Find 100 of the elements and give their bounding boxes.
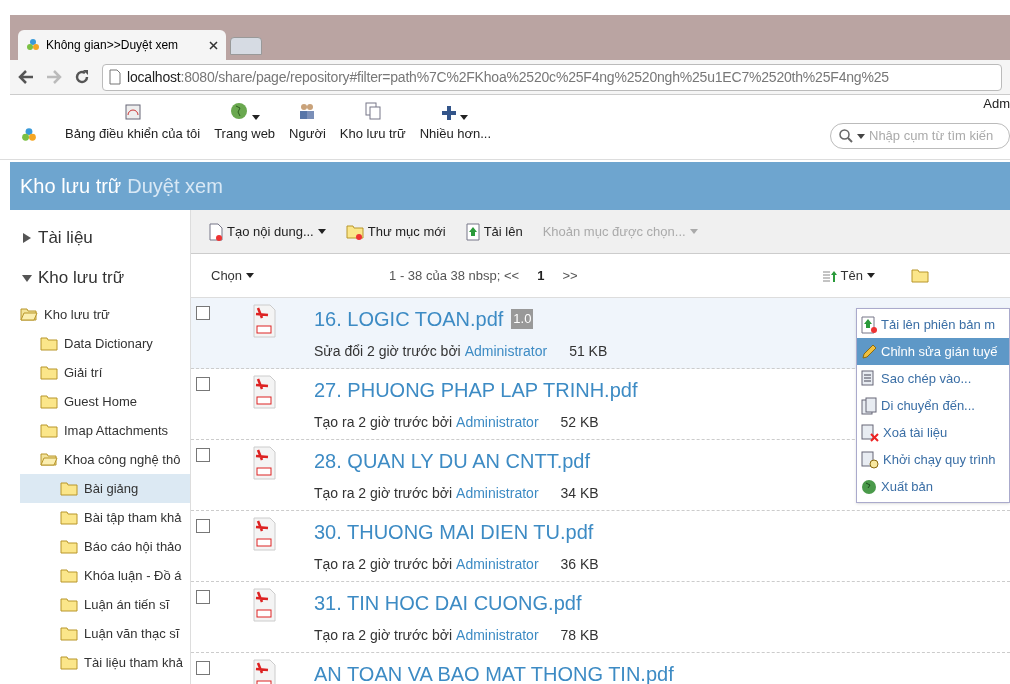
- file-size: 34 KB: [560, 484, 599, 503]
- checkbox[interactable]: [196, 377, 210, 391]
- checkbox[interactable]: [196, 448, 210, 462]
- select-dropdown[interactable]: Chọn: [211, 265, 255, 286]
- file-info-text: Tạo ra 2 giờ trước bởi: [314, 555, 453, 574]
- folder-icon: [60, 568, 78, 583]
- user-name[interactable]: Adm: [983, 93, 1010, 113]
- sort-dropdown[interactable]: Tên: [822, 265, 875, 286]
- new-folder-icon: [345, 223, 364, 240]
- upload-icon: [861, 315, 877, 334]
- open-folder-icon: [20, 307, 38, 322]
- file-info-text: Sửa đổi 2 giờ trước bởi: [314, 342, 461, 361]
- file-size: 52 KB: [560, 413, 599, 432]
- menu-item[interactable]: Di chuyển đến...: [857, 392, 1009, 419]
- section-header[interactable]: Tài liệu: [22, 218, 190, 258]
- file-name-link[interactable]: 28. QUAN LY DU AN CNTT.pdf: [314, 446, 590, 476]
- documents-icon: [364, 101, 381, 120]
- nav-item[interactable]: Bảng điều khiển của tôi: [65, 99, 201, 143]
- tree-item[interactable]: Báo cáo hội thảo: [20, 532, 190, 561]
- user-link[interactable]: Administrator: [456, 554, 539, 575]
- title-subtext: Duyệt xem: [127, 174, 223, 199]
- pencil-icon: [861, 343, 877, 360]
- back-arrow-icon[interactable]: [18, 70, 34, 84]
- pdf-file-icon: [252, 446, 276, 480]
- folder-icon: [40, 336, 58, 351]
- nav-item[interactable]: Trang web: [214, 99, 276, 143]
- browser-tab[interactable]: Không gian>>Duyệt xem: [18, 30, 226, 60]
- toolbar-button[interactable]: Tạo nội dung...: [209, 221, 326, 242]
- file-name-link[interactable]: 30. THUONG MAI DIEN TU.pdf: [314, 517, 594, 547]
- pdf-file-icon: [252, 304, 276, 338]
- checkbox[interactable]: [196, 519, 210, 533]
- version-badge: 1.0: [511, 309, 534, 329]
- caret-icon: [246, 273, 255, 278]
- page-number[interactable]: 1: [537, 265, 545, 286]
- nav-item[interactable]: Nhiều hơn...: [419, 99, 492, 143]
- tree-item[interactable]: Data Dictionary: [20, 329, 190, 358]
- globe-icon: [861, 478, 877, 495]
- folder-icon: [60, 626, 78, 641]
- tree-item[interactable]: Guest Home: [20, 387, 190, 416]
- nav-item[interactable]: Người: [289, 99, 326, 143]
- user-link[interactable]: Administrator: [456, 412, 539, 433]
- caret-icon: [857, 133, 865, 139]
- file-row[interactable]: 30. THUONG MAI DIEN TU.pdf Tạo ra 2 giờ trước bởi Administrator 36 KB: [191, 511, 1010, 582]
- address-bar[interactable]: localhost:8080/share/page/repository#filter=path%7C%2FKhoa%2520c%25F4ng%2520ngh%25u1EC7%2520th%25F4ng%25: [102, 63, 1002, 91]
- tree-item[interactable]: Imap Attachments: [20, 416, 190, 445]
- user-link[interactable]: Administrator: [456, 625, 539, 646]
- user-link[interactable]: Administrator: [456, 483, 539, 504]
- file-info-text: Tạo ra 2 giờ trước bởi: [314, 484, 453, 503]
- file-size: 78 KB: [560, 626, 599, 645]
- folder-icon: [40, 365, 58, 380]
- globe-icon: [229, 101, 248, 120]
- upload-icon: [465, 222, 480, 241]
- page-icon: [109, 69, 121, 85]
- folder-icon: [60, 655, 78, 670]
- folder-icon: [40, 394, 58, 409]
- menu-item[interactable]: Tải lên phiên bản m: [857, 311, 1009, 338]
- folder-icon: [60, 539, 78, 554]
- file-row[interactable]: 31. TIN HOC DAI CUONG.pdf Tạo ra 2 giờ trước bởi Administrator 78 KB: [191, 582, 1010, 653]
- menu-item[interactable]: Xuất bản: [857, 473, 1009, 500]
- file-size: 51 KB: [569, 342, 608, 361]
- close-icon[interactable]: [209, 40, 218, 50]
- folder-icon: [60, 597, 78, 612]
- title-text: Kho lưu trữ: [20, 174, 122, 199]
- tree-item[interactable]: Khoa công nghệ thô: [20, 445, 190, 474]
- toolbar-button[interactable]: Tải lên: [465, 221, 523, 242]
- toolbar-button[interactable]: Thư mục mới: [345, 221, 446, 242]
- new-document-icon: [209, 222, 223, 241]
- file-name-link[interactable]: 27. PHUONG PHAP LAP TRINH.pdf: [314, 375, 638, 405]
- tree-item[interactable]: Bài giảng: [20, 474, 190, 503]
- move-icon: [861, 396, 877, 415]
- plus-icon: [442, 105, 457, 120]
- tree-item[interactable]: Giải trí: [20, 358, 190, 387]
- flower-logo-icon: [26, 38, 40, 52]
- tree-item[interactable]: Tài liệu tham khả: [20, 648, 190, 677]
- section-header[interactable]: Kho lưu trữ: [22, 258, 190, 298]
- reload-icon[interactable]: [74, 69, 90, 85]
- tree-item[interactable]: Luận án tiến sĩ: [20, 590, 190, 619]
- file-info-text: Tạo ra 2 giờ trước bởi: [314, 626, 453, 645]
- sort-ascending-icon: [822, 269, 837, 282]
- checkbox[interactable]: [196, 661, 210, 675]
- caret-icon: [867, 273, 875, 278]
- tree-item[interactable]: Bài tập tham khả: [20, 503, 190, 532]
- nav-item[interactable]: Kho lưu trữ: [339, 99, 406, 143]
- menu-item[interactable]: Khởi chạy quy trình: [857, 446, 1009, 473]
- gauge-icon: [124, 103, 141, 120]
- tree-item[interactable]: Khóa luận - Đồ á: [20, 561, 190, 590]
- pdf-file-icon: [252, 517, 276, 551]
- file-name-link[interactable]: 31. TIN HOC DAI CUONG.pdf: [314, 588, 582, 618]
- folder-icon: [60, 510, 78, 525]
- copy-icon: [861, 369, 877, 388]
- checkbox[interactable]: [196, 306, 210, 320]
- open-folder-icon: [40, 452, 58, 467]
- flower-logo-icon[interactable]: [21, 127, 37, 143]
- people-icon: [298, 101, 317, 120]
- file-info-text: Tạo ra 2 giờ trước bởi: [314, 413, 453, 432]
- next-page-link[interactable]: >>: [562, 265, 578, 286]
- tree-item[interactable]: Luận văn thạc sĩ: [20, 619, 190, 648]
- checkbox[interactable]: [196, 590, 210, 604]
- folder-icon: [40, 423, 58, 438]
- tree-item[interactable]: Kho lưu trữ: [20, 300, 190, 329]
